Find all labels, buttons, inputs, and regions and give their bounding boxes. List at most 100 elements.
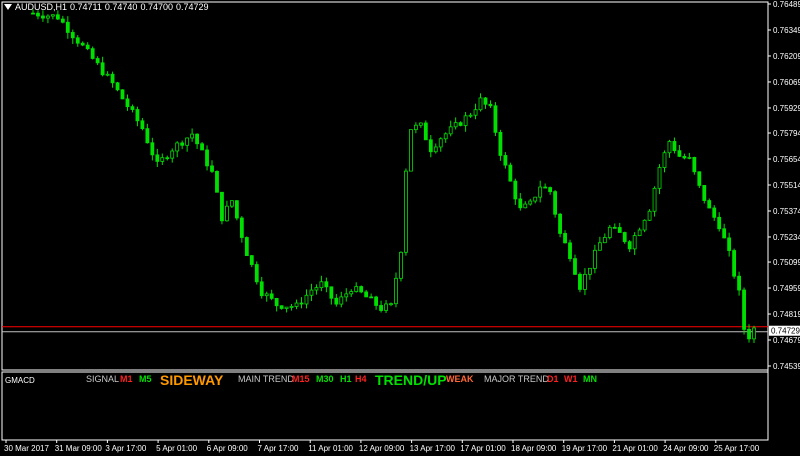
candle [115,81,120,92]
time-tick-label: 30 Mar 2017 [4,444,49,453]
candle [195,133,199,149]
candle-body [160,157,165,162]
candle [438,137,443,152]
candle-body [538,186,543,198]
candle-body [523,203,528,209]
time-tick-label: 17 Apr 01:00 [460,444,506,453]
candle-body [413,124,418,131]
candle [682,153,687,160]
candle [384,300,388,314]
candle [597,236,602,251]
main-trend-tf-h1: H1 [340,374,352,384]
candle [592,244,597,274]
candle [304,289,309,309]
candle [150,137,155,161]
candle [607,224,612,240]
candle [672,137,677,154]
candle-body [627,241,632,250]
major-trend-tf-d1: D1 [547,374,559,384]
candle-body [344,293,349,298]
candle-body [473,109,478,116]
candle [503,152,508,169]
candle [379,300,383,313]
time-tick-label: 24 Apr 09:00 [663,444,709,453]
candle-body [672,141,677,152]
candle [85,42,90,51]
candle-body [329,286,334,299]
candle [433,143,438,154]
candle [583,268,587,296]
candle-body [409,129,413,172]
major-trend-tf-w1: W1 [564,374,578,384]
candle-body [588,267,592,275]
candle-body [36,12,40,17]
candle-body [647,210,652,221]
main-trend-label: MAIN TREND [238,374,294,384]
candle [752,325,756,343]
candle [453,117,458,130]
dropdown-arrow-icon[interactable] [4,4,12,10]
candle-body [140,120,145,130]
candle [225,200,229,222]
price-tick-label: 0.74679 [773,336,800,345]
time-tick-label: 5 Apr 01:00 [156,444,197,453]
candle-body [65,21,70,33]
candle [632,232,637,255]
candle-body [498,131,503,156]
candle [329,286,334,305]
candle-body [583,273,587,290]
candle [130,104,135,113]
candle-body [46,15,50,19]
candle [279,305,284,310]
candle [677,145,682,158]
price-tick-label: 0.75514 [773,181,800,190]
candle [234,200,239,221]
candle-body [289,306,294,308]
candle [95,56,100,66]
candle-body [597,242,602,251]
candle [190,128,195,142]
candle [702,185,707,204]
candle-body [90,48,95,59]
candle [70,29,75,45]
candle [627,240,632,253]
candle-body [622,232,627,243]
candle [264,291,269,302]
time-tick-label: 7 Apr 17:00 [258,444,299,453]
price-tick-label: 0.75794 [773,129,800,138]
candle [732,248,737,279]
candle-body [115,82,120,91]
candle-body [125,98,130,108]
candle [553,190,558,218]
candle [309,283,314,302]
candle-body [279,305,284,309]
candle [110,71,115,88]
candle [523,201,528,209]
candle [46,14,50,24]
candle [249,255,254,268]
mt4-chart-window[interactable]: 0.74729 0.76489 0.76349 0.76209 0.76069 0.75… [0,0,800,456]
candle-body [75,37,80,44]
candle [294,299,299,310]
candle-body [190,133,195,139]
candle [135,106,140,127]
candle [289,303,294,311]
candle-body [284,306,289,309]
candle-body [55,14,60,20]
time-tick-label: 3 Apr 17:00 [105,444,146,453]
indicator-name: GMACD [5,376,35,385]
candle-body [339,296,344,305]
candle-body [428,139,433,153]
candle-body [478,97,483,111]
candle-body [225,205,229,222]
candle-body [394,277,398,305]
candle [284,306,289,313]
candle-body [707,200,712,209]
candle-body [31,12,35,15]
candle-body [508,164,513,182]
candle [513,178,518,205]
candle [259,276,264,299]
candle-body [254,264,259,283]
candle-body [349,291,354,295]
candle-body [324,281,329,288]
